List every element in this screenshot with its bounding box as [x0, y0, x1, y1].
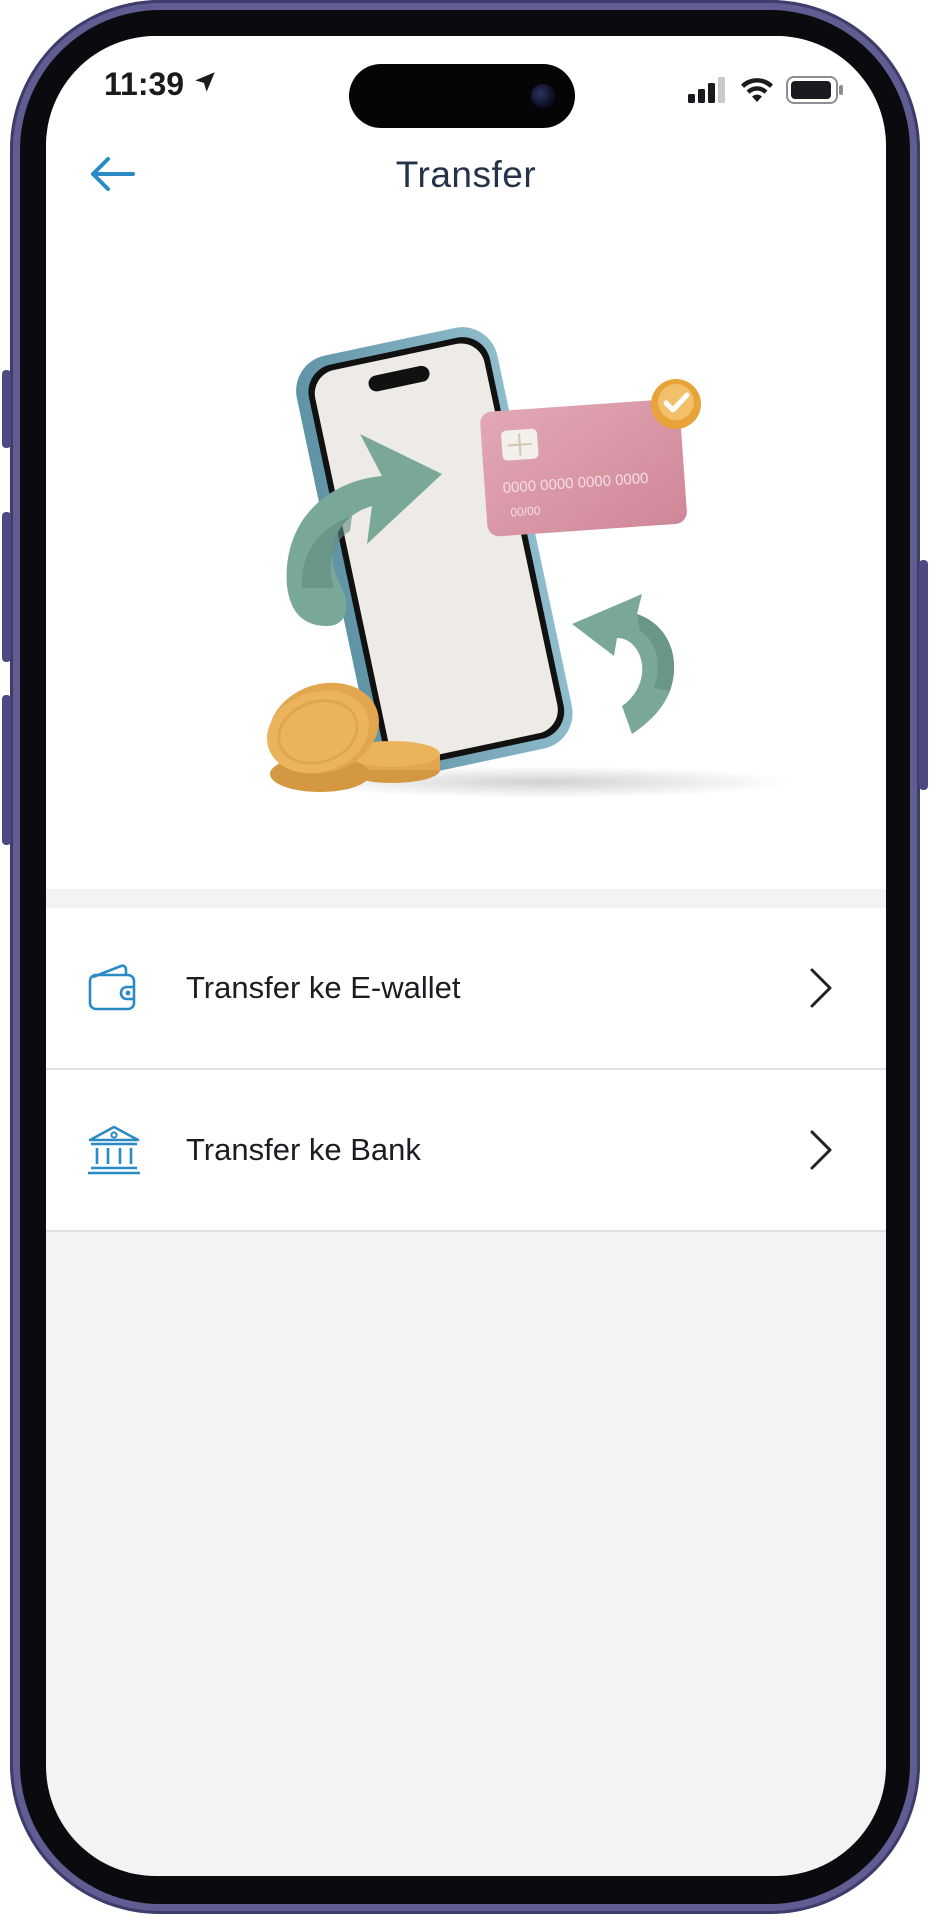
header-section: 11:39 Transfer 0000 0000 0000 0000 00/00 — [46, 36, 886, 889]
battery-icon — [786, 76, 844, 109]
status-time: 11:39 — [104, 66, 185, 102]
menu-item-ewallet[interactable]: Transfer ke E-wallet — [46, 908, 886, 1070]
side-button-power — [919, 560, 928, 790]
menu-item-label: Transfer ke Bank — [186, 1132, 421, 1167]
side-button-volume-up — [2, 512, 11, 662]
menu-item-label: Transfer ke E-wallet — [186, 970, 461, 1005]
page-title: Transfer — [395, 154, 537, 195]
transfer-illustration: 0000 0000 0000 0000 00/00 — [242, 326, 802, 826]
cellular-signal-icon — [688, 77, 728, 108]
phone-screen: 11:39 Transfer 0000 0000 0000 0000 00/00… — [46, 36, 886, 1876]
transfer-options-list: Transfer ke E-wallet Transfer ke Bank — [46, 908, 886, 1232]
bank-icon — [86, 1122, 142, 1178]
camera-icon — [531, 84, 555, 108]
wifi-icon — [740, 77, 774, 108]
dynamic-island — [349, 64, 575, 128]
card-expiry-text: 00/00 — [510, 503, 541, 519]
side-button-silent — [2, 370, 11, 448]
side-button-volume-down — [2, 695, 11, 845]
arrow-3d-right — [572, 594, 675, 734]
chevron-right-icon — [806, 1128, 836, 1172]
menu-item-bank[interactable]: Transfer ke Bank — [46, 1070, 886, 1232]
location-arrow-icon — [192, 66, 218, 103]
status-time-group: 11:39 — [104, 66, 218, 103]
wallet-icon — [86, 960, 142, 1016]
check-badge-icon — [651, 379, 701, 429]
chevron-right-icon — [806, 966, 836, 1010]
status-icons — [688, 76, 844, 109]
